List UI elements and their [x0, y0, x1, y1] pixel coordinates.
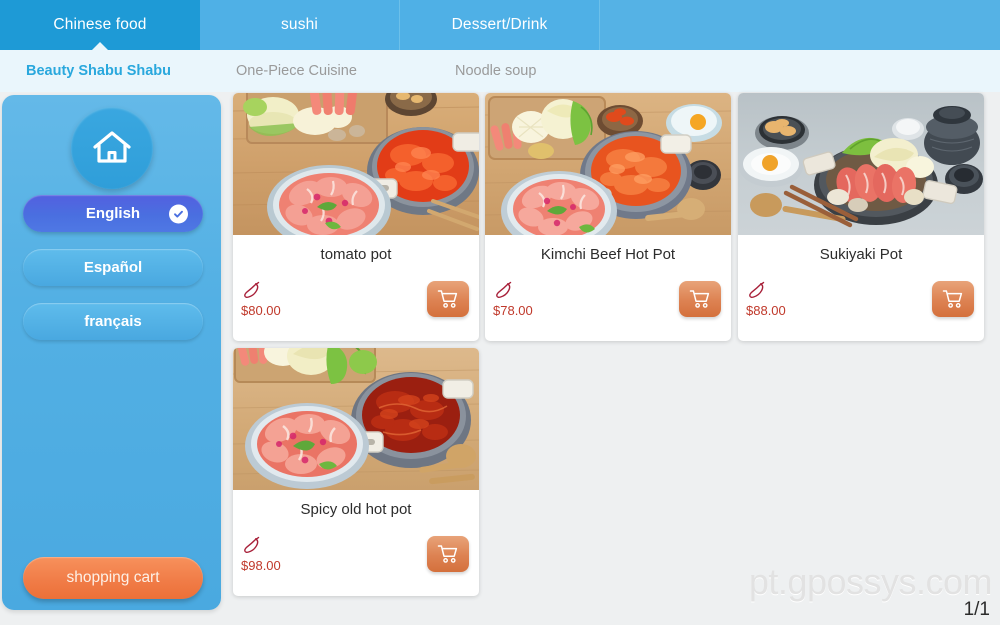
- subnav-item-one-piece-cuisine[interactable]: One-Piece Cuisine: [236, 63, 357, 79]
- chili-pepper-icon: [493, 279, 515, 301]
- product-image-tomato-pot: [233, 93, 479, 235]
- product-image-kimchi-beef-hot-pot: [485, 93, 731, 235]
- home-button[interactable]: [70, 107, 153, 189]
- shopping-cart-label: shopping cart: [66, 569, 160, 586]
- product-footer: $98.00: [233, 530, 479, 596]
- add-to-cart-button[interactable]: [932, 281, 974, 317]
- chili-pepper-icon: [241, 534, 263, 556]
- subcategory-nav: Beauty Shabu Shabu One-Piece Cuisine Noo…: [0, 50, 1000, 92]
- product-price: $98.00: [241, 558, 281, 573]
- product-card[interactable]: Spicy old hot pot $98.00: [233, 348, 479, 596]
- product-card[interactable]: Kimchi Beef Hot Pot $78.00: [485, 93, 731, 341]
- language-button-francais[interactable]: français: [23, 303, 203, 340]
- product-image-spicy-old-hot-pot: [233, 348, 479, 490]
- product-image-sukiyaki-pot: [738, 93, 984, 235]
- add-to-cart-button[interactable]: [427, 536, 469, 572]
- check-circle-icon: [169, 204, 188, 223]
- product-footer: $78.00: [485, 275, 731, 341]
- home-icon: [90, 127, 134, 169]
- product-card[interactable]: Sukiyaki Pot $88.00: [738, 93, 984, 341]
- product-name: Kimchi Beef Hot Pot: [540, 246, 676, 263]
- language-label: English: [85, 205, 141, 222]
- language-button-espanol[interactable]: Español: [23, 249, 203, 286]
- category-tab-bar: Chinese food sushi Dessert/Drink: [0, 0, 1000, 51]
- add-to-cart-button[interactable]: [427, 281, 469, 317]
- tab-label: Dessert/Drink: [451, 16, 548, 33]
- product-name: tomato pot: [320, 246, 392, 263]
- language-label: français: [84, 313, 142, 330]
- subnav-item-beauty-shabu-shabu[interactable]: Beauty Shabu Shabu: [26, 63, 171, 79]
- app-root: Chinese food sushi Dessert/Drink Beauty …: [0, 0, 1000, 625]
- product-name: Spicy old hot pot: [300, 501, 412, 518]
- chili-pepper-icon: [241, 279, 263, 301]
- tab-chinese-food[interactable]: Chinese food: [0, 0, 200, 51]
- product-footer: $80.00: [233, 275, 479, 341]
- product-card[interactable]: tomato pot $80.00: [233, 93, 479, 341]
- tab-dessert-drink[interactable]: Dessert/Drink: [400, 0, 600, 50]
- chili-pepper-icon: [746, 279, 768, 301]
- product-price: $78.00: [493, 303, 533, 318]
- product-price: $80.00: [241, 303, 281, 318]
- subnav-item-noodle-soup[interactable]: Noodle soup: [455, 63, 536, 79]
- product-price: $88.00: [746, 303, 786, 318]
- product-footer: $88.00: [738, 275, 984, 341]
- site-watermark: pt.gpossys.com: [748, 561, 993, 602]
- sidebar: English Español français shopping cart: [2, 95, 221, 610]
- tab-sushi[interactable]: sushi: [200, 0, 400, 50]
- tab-bar-filler: [600, 0, 1000, 50]
- product-name: Sukiyaki Pot: [819, 246, 903, 263]
- language-button-english[interactable]: English: [23, 195, 203, 232]
- add-to-cart-button[interactable]: [679, 281, 721, 317]
- page-indicator: 1/1: [963, 599, 990, 620]
- product-grid: tomato pot $80.00 Kimchi Beef Hot Pot $7…: [233, 93, 993, 603]
- language-label: Español: [83, 259, 143, 276]
- shopping-cart-button[interactable]: shopping cart: [23, 557, 203, 599]
- tab-label: Chinese food: [53, 16, 147, 33]
- tab-label: sushi: [281, 16, 318, 33]
